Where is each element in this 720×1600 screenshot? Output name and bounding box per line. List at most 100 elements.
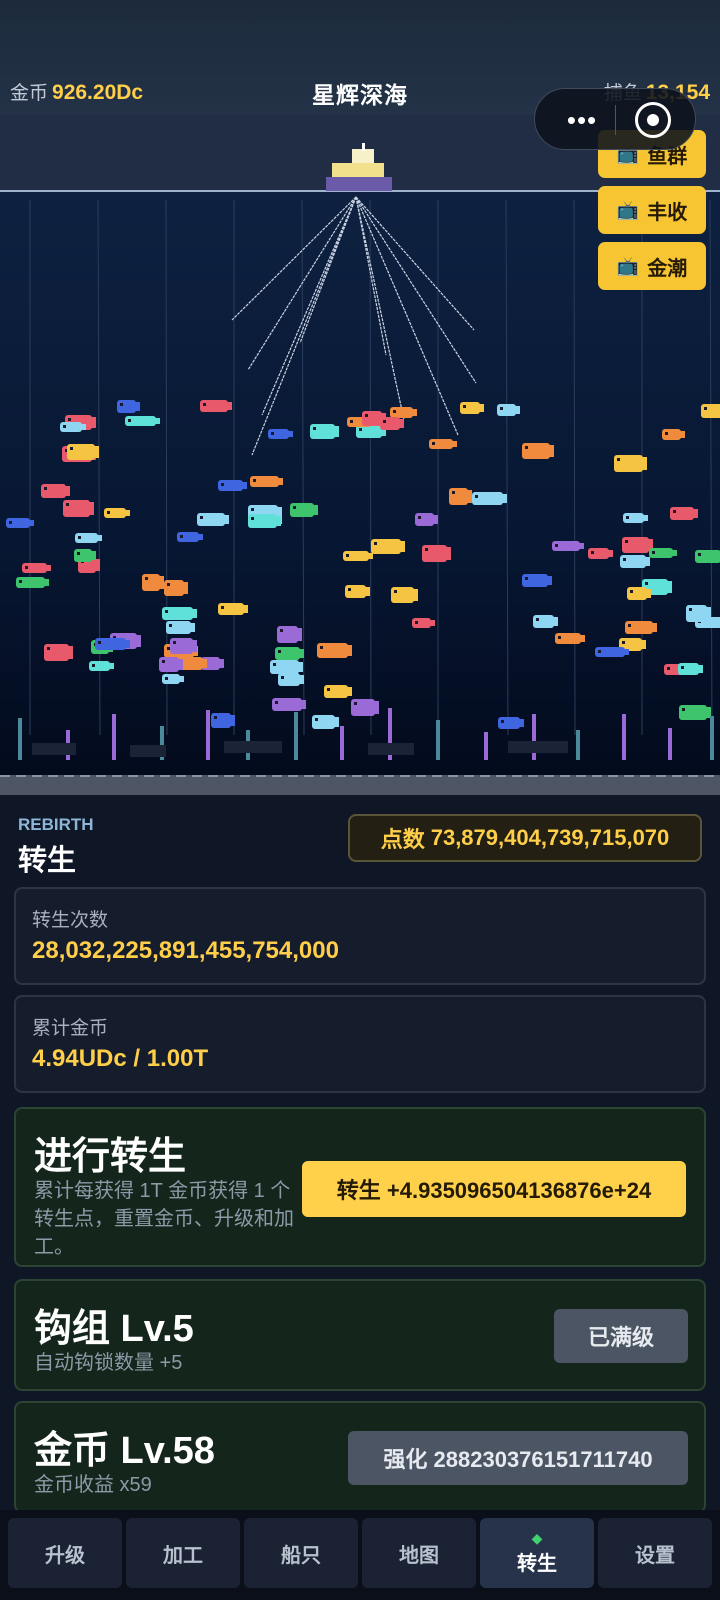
fish: [472, 492, 503, 505]
fish-tail: [88, 502, 94, 515]
target-circle-icon[interactable]: [635, 102, 671, 138]
light-strand: [573, 199, 576, 736]
tab-ships[interactable]: 船只: [244, 1518, 358, 1588]
fish-eye: [165, 610, 168, 613]
fish-tail: [429, 620, 435, 626]
fish-tail: [300, 700, 306, 709]
fish-eye: [625, 540, 628, 543]
fish-eye: [251, 508, 254, 511]
fish-tail: [43, 579, 49, 586]
tab-upgrade[interactable]: 升级: [8, 1518, 122, 1588]
fish: [170, 638, 193, 654]
fish-tail: [158, 576, 164, 589]
fish: [422, 545, 447, 562]
points-label: 点数: [380, 827, 425, 852]
fish-tail: [623, 649, 629, 655]
tab-rebirth[interactable]: ◆ 转生: [480, 1518, 594, 1588]
rebirth-count-card: 转生次数 28,032,225,891,455,754,000: [14, 887, 706, 985]
boost-button-harvest[interactable]: 📺 丰收: [598, 186, 706, 234]
fish-eye: [44, 487, 47, 490]
fish-eye: [500, 407, 503, 410]
fish-eye: [293, 506, 296, 509]
enhance-button[interactable]: 强化 288230376151711740: [348, 1431, 688, 1485]
rebirth-button[interactable]: 转生 +4.935096504136876e+24: [302, 1161, 686, 1217]
fish: [74, 549, 92, 562]
fish: [345, 585, 366, 598]
fish-eye: [652, 551, 655, 554]
fish: [166, 621, 191, 634]
boat-mast: [362, 143, 365, 151]
fish-eye: [418, 516, 421, 519]
fish-tail: [333, 717, 339, 727]
fish-tail: [108, 663, 114, 669]
fish-tail: [201, 659, 207, 668]
fish: [164, 580, 184, 596]
fish-eye: [354, 702, 357, 705]
tab-map[interactable]: 地图: [362, 1518, 476, 1588]
fish: [670, 507, 694, 520]
fish-tail: [398, 419, 404, 428]
fishing-line: [299, 196, 357, 344]
fish-eye: [70, 447, 73, 450]
fish-eye: [221, 483, 224, 486]
seaweed: [294, 712, 298, 760]
fish-eye: [393, 410, 396, 413]
boat-hull: [326, 177, 392, 191]
fish-tail: [642, 515, 648, 521]
rock: [368, 743, 414, 755]
fish-tail: [296, 628, 302, 641]
upgrade-desc: 自动钩锁数量 +5: [34, 1352, 183, 1374]
fish-tail: [451, 441, 457, 447]
more-dots-icon[interactable]: •••: [557, 107, 607, 133]
fish-tail: [552, 617, 558, 626]
fish-tail: [346, 645, 352, 656]
fish: [290, 503, 314, 517]
boat-bridge: [352, 149, 374, 163]
fish-eye: [120, 403, 123, 406]
fish: [695, 550, 720, 563]
fish-eye: [359, 428, 362, 431]
light-strand: [97, 199, 101, 736]
fish: [67, 444, 95, 460]
tab-rebirth-label: 转生: [517, 1552, 557, 1575]
fish: [324, 685, 348, 698]
fish: [627, 587, 647, 600]
fish-eye: [626, 516, 629, 519]
rebirth-count-value: 28,032,225,891,455,754,000: [32, 937, 339, 964]
fish-eye: [313, 427, 316, 430]
fish-tail: [697, 665, 703, 673]
fish-tail: [178, 676, 184, 682]
mini-program-capsule: •••: [534, 88, 696, 150]
fish-eye: [165, 677, 168, 680]
fish-tail: [651, 623, 657, 632]
fish-tail: [445, 547, 451, 560]
tab-settings[interactable]: 设置: [598, 1518, 712, 1588]
fish-eye: [452, 491, 455, 494]
fish-eye: [598, 650, 601, 653]
seaweed: [340, 726, 344, 760]
fish: [197, 513, 225, 526]
fish-eye: [167, 583, 170, 586]
tab-process[interactable]: 加工: [126, 1518, 240, 1588]
total-coins-label: 累计金币: [32, 1018, 109, 1039]
fish-eye: [169, 624, 172, 627]
fish-tail: [80, 424, 86, 430]
fish-tail: [90, 417, 96, 428]
fish-eye: [128, 419, 131, 422]
fish-eye: [630, 590, 633, 593]
fish: [211, 713, 231, 728]
fish: [415, 513, 434, 526]
fish-eye: [315, 718, 318, 721]
fish-tail: [399, 541, 405, 552]
fish: [380, 417, 400, 430]
fish-tail: [191, 640, 197, 652]
boost-button-gold-tide[interactable]: 📺 金潮: [598, 242, 706, 290]
fish-tail: [28, 520, 34, 526]
fish: [310, 424, 335, 439]
fish-eye: [281, 676, 284, 679]
maxed-button[interactable]: 已满级: [554, 1309, 688, 1363]
fishing-line: [355, 196, 475, 331]
rebirth-action-title: 进行转生: [34, 1136, 187, 1178]
fish-eye: [645, 582, 648, 585]
fish-tail: [96, 535, 102, 541]
